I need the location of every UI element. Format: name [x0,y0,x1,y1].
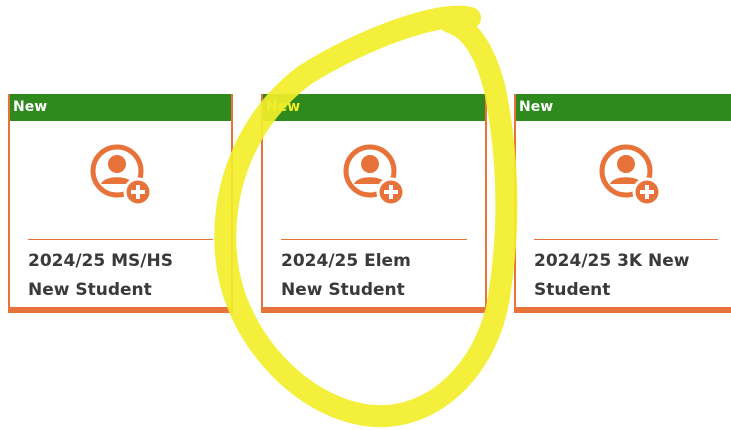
new-student-card-ms-hs[interactable]: New 2024/25 MS/HS New Student [8,94,233,313]
card-title-line-1: 2024/25 MS/HS [28,251,173,271]
card-divider [28,239,213,240]
new-badge: New [10,94,231,121]
card-title-line-2: Student [534,280,611,300]
card-divider [281,239,467,240]
new-badge: New [263,94,485,121]
card-divider [534,239,718,240]
new-badge: New [516,94,731,121]
add-user-icon [86,140,156,210]
add-user-icon [339,140,409,210]
new-student-card-3k[interactable]: New 2024/25 3K New Student [514,94,731,313]
card-title: 2024/25 Elem New Student [281,247,475,305]
new-student-card-elem[interactable]: New 2024/25 Elem New Student [261,94,487,313]
card-title: 2024/25 3K New Student [534,247,731,305]
card-title-line-1: 2024/25 Elem [281,251,411,271]
card-title: 2024/25 MS/HS New Student [28,247,221,305]
card-title-line-2: New Student [28,280,152,300]
card-title-line-1: 2024/25 3K New [534,251,690,271]
add-user-icon [595,140,665,210]
card-title-line-2: New Student [281,280,405,300]
